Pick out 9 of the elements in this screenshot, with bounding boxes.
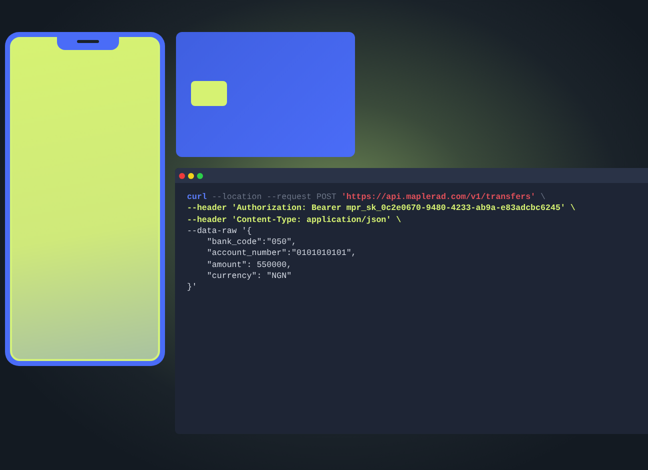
code-line: --header 'Content-Type: application/json' \ <box>187 214 402 226</box>
code-line: --header 'Authorization: Bearer mpr_sk_0c2e0670-9480-4233-ab9a-e83adcbc6245' \ <box>187 203 576 215</box>
code-line: }' <box>187 282 197 294</box>
code-line: --data-raw '{ <box>187 226 252 238</box>
code-line: "currency": "NGN" <box>206 271 292 282</box>
code-line: "bank_code":"050", <box>206 237 297 248</box>
code-line: "amount": 550000, <box>206 260 292 272</box>
code-line: curl --location --request POST 'https://api.maplerad.com/v1/transfers' \ <box>187 192 546 204</box>
code-line: "account_number":"0101010101", <box>206 248 356 260</box>
